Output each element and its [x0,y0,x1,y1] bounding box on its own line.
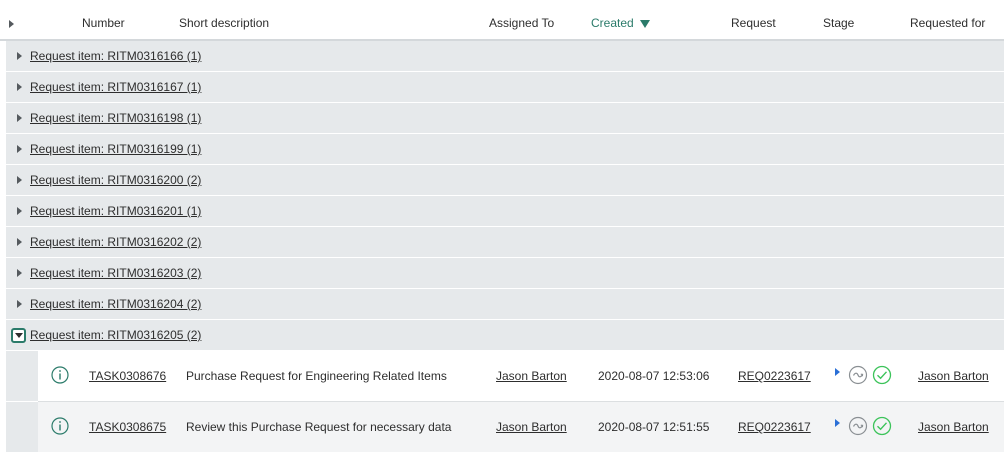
expand-group-icon[interactable] [17,238,22,246]
play-icon [835,419,840,427]
assigned-to-link[interactable]: Jason Barton [496,351,567,401]
expand-group-icon[interactable] [17,207,22,215]
created-date: 2020-08-07 12:51:55 [598,420,710,434]
row-indent [6,402,38,452]
group-row: Request item: RITM0316200 (2) [6,165,1004,196]
expand-group-icon[interactable] [17,83,22,91]
column-header-requested-for[interactable]: Requested for [910,0,985,39]
in-progress-icon [848,365,868,385]
group-row: Request item: RITM0316204 (2) [6,289,1004,320]
group-row: Request item: RITM0316199 (1) [6,134,1004,165]
group-link[interactable]: Request item: RITM0316205 (2) [30,320,201,351]
requested-for-link[interactable]: Jason Barton [918,351,989,401]
group-link[interactable]: Request item: RITM0316200 (2) [30,165,201,196]
expand-group-icon[interactable] [17,300,22,308]
group-link[interactable]: Request item: RITM0316204 (2) [30,289,201,320]
column-header-created[interactable]: Created [591,0,650,39]
column-header-number[interactable]: Number [82,0,125,39]
table-row: TASK0308676 Purchase Request for Enginee… [6,351,1004,401]
group-row: Request item: RITM0316198 (1) [6,103,1004,134]
play-icon [835,368,840,376]
in-progress-icon [848,416,868,436]
row-body: TASK0308676 Purchase Request for Enginee… [38,351,1004,401]
expand-group-icon[interactable] [17,145,22,153]
complete-check-icon [872,416,892,436]
group-link[interactable]: Request item: RITM0316198 (1) [30,103,201,134]
task-number-link[interactable]: TASK0308675 [89,402,166,452]
column-header-created-label: Created [591,16,634,30]
group-link[interactable]: Request item: RITM0316203 (2) [30,258,201,289]
expand-group-icon[interactable] [17,52,22,60]
group-link[interactable]: Request item: RITM0316166 (1) [30,41,201,72]
short-description: Review this Purchase Request for necessa… [186,420,452,434]
collapse-group-icon[interactable] [11,328,26,343]
column-header-short-description[interactable]: Short description [179,0,269,39]
complete-check-icon [872,365,892,385]
group-row: Request item: RITM0316166 (1) [6,41,1004,72]
info-icon[interactable] [51,366,69,384]
expand-group-icon[interactable] [17,114,22,122]
row-indent [6,351,38,401]
group-link[interactable]: Request item: RITM0316167 (1) [30,72,201,103]
column-header-stage[interactable]: Stage [823,0,854,39]
list-header: Number Short description Assigned To Cre… [0,0,1004,41]
group-row: Request item: RITM0316201 (1) [6,196,1004,227]
row-body: TASK0308675 Review this Purchase Request… [38,402,1004,452]
request-link[interactable]: REQ0223617 [738,351,811,401]
group-link[interactable]: Request item: RITM0316201 (1) [30,196,201,227]
request-link[interactable]: REQ0223617 [738,402,811,452]
info-icon[interactable] [51,417,69,435]
caret-right-icon [9,19,14,28]
group-link[interactable]: Request item: RITM0316202 (2) [30,227,201,258]
sort-descending-icon [639,19,650,28]
column-header-request[interactable]: Request [731,0,776,39]
assigned-to-link[interactable]: Jason Barton [496,402,567,452]
expand-group-icon[interactable] [17,269,22,277]
column-header-assigned-to[interactable]: Assigned To [489,0,554,39]
expand-all-toggle[interactable] [9,0,14,39]
group-row: Request item: RITM0316203 (2) [6,258,1004,289]
task-number-link[interactable]: TASK0308676 [89,351,166,401]
expand-group-icon[interactable] [17,176,22,184]
group-row-expanded: Request item: RITM0316205 (2) [6,320,1004,351]
requested-for-link[interactable]: Jason Barton [918,402,989,452]
group-row: Request item: RITM0316202 (2) [6,227,1004,258]
table-row: TASK0308675 Review this Purchase Request… [6,402,1004,452]
group-row: Request item: RITM0316167 (1) [6,72,1004,103]
created-date: 2020-08-07 12:53:06 [598,369,710,383]
group-link[interactable]: Request item: RITM0316199 (1) [30,134,201,165]
short-description: Purchase Request for Engineering Related… [186,369,447,383]
